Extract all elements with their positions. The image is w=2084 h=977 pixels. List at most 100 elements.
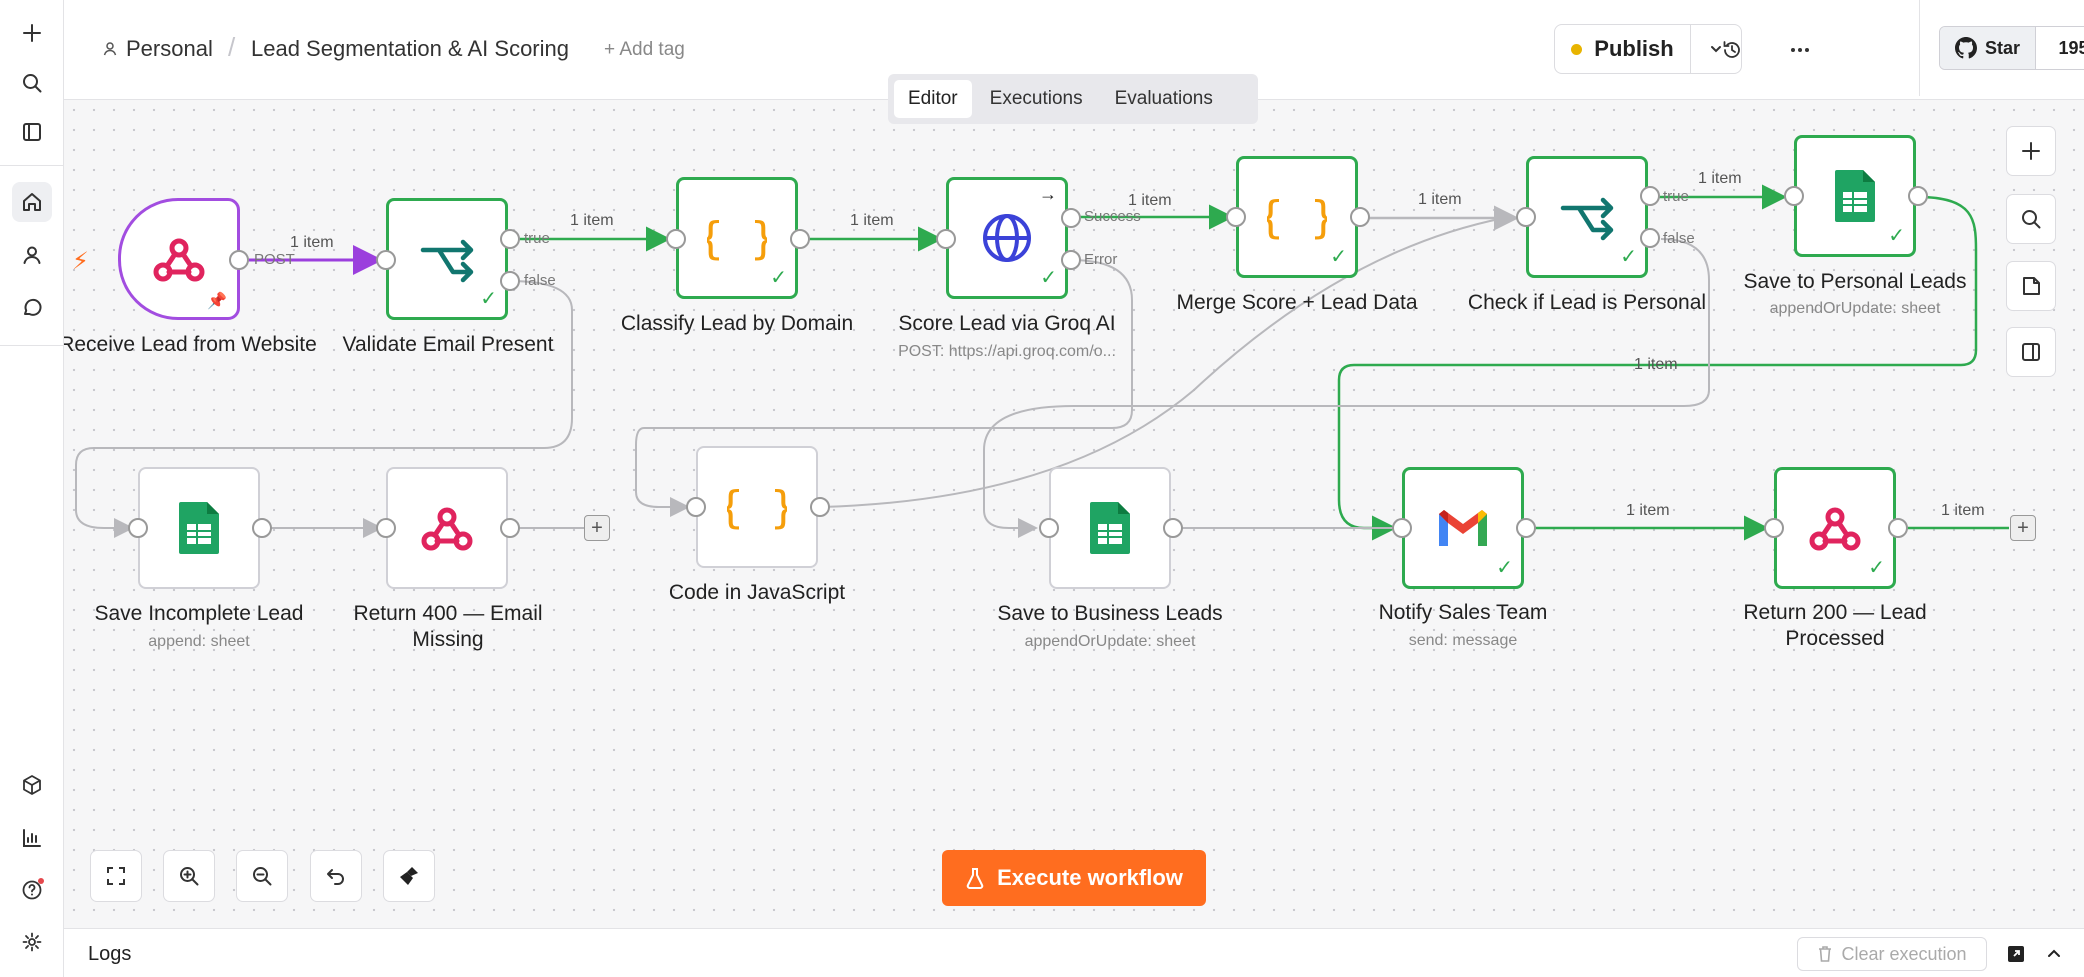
breadcrumb-project[interactable]: Personal — [102, 36, 213, 62]
input-port[interactable] — [1764, 518, 1784, 538]
help-icon[interactable] — [12, 870, 52, 910]
node-label: Classify Lead by Domain — [620, 312, 854, 335]
output-port[interactable] — [790, 229, 810, 249]
zoom-in-icon[interactable] — [163, 850, 215, 902]
output-port-success[interactable] — [1061, 208, 1081, 228]
execute-workflow-label: Execute workflow — [997, 865, 1183, 890]
node-code-javascript[interactable]: { } — [696, 446, 818, 568]
if-branch-icon — [420, 239, 474, 283]
workflow-name[interactable]: Lead Segmentation & AI Scoring — [251, 36, 569, 62]
input-port[interactable] — [936, 229, 956, 249]
output-port-true[interactable] — [500, 229, 520, 249]
node-validate-email[interactable]: ✓ — [386, 198, 508, 320]
add-icon[interactable] — [12, 13, 52, 53]
input-port[interactable] — [1784, 186, 1804, 206]
input-port[interactable] — [376, 250, 396, 270]
input-port[interactable] — [1039, 518, 1059, 538]
input-port[interactable] — [1516, 207, 1536, 227]
node-label: Score Lead via Groq AI — [898, 312, 1116, 335]
github-star-button[interactable]: Star — [1940, 27, 2036, 69]
input-port[interactable] — [1392, 518, 1412, 538]
output-port-false[interactable] — [500, 271, 520, 291]
output-port-error[interactable] — [1061, 250, 1081, 270]
output-port[interactable] — [1350, 207, 1370, 227]
settings-icon[interactable] — [12, 922, 52, 962]
history-icon[interactable] — [1712, 30, 1752, 70]
home-icon[interactable] — [12, 182, 52, 222]
chevron-up-icon[interactable] — [2040, 940, 2068, 968]
node-save-incomplete[interactable] — [138, 467, 260, 589]
output-port[interactable] — [1163, 518, 1183, 538]
node-return-200[interactable]: ✓ — [1774, 467, 1896, 589]
node-merge-score[interactable]: { } ✓ — [1236, 156, 1358, 278]
success-check-icon: ✓ — [1496, 557, 1513, 579]
view-tabs: Editor Executions Evaluations — [888, 74, 1258, 124]
zoom-out-icon[interactable] — [236, 850, 288, 902]
output-port[interactable] — [229, 250, 249, 270]
add-node-panel-icon[interactable] — [2006, 126, 2056, 176]
execution-trigger-bolt-icon: ⚡ — [72, 248, 89, 275]
add-node-button[interactable]: + — [2010, 515, 2036, 541]
tidy-up-icon[interactable] — [383, 850, 435, 902]
fit-view-icon[interactable] — [90, 850, 142, 902]
workflow-canvas[interactable]: ⚡ 📌 POST 1 item Receive Lead from Websit… — [64, 100, 2084, 928]
open-logs-window-icon[interactable] — [2002, 940, 2030, 968]
sheets-icon — [1835, 170, 1875, 222]
node-subtitle: POST: https://api.groq.com/o... — [898, 343, 1116, 360]
flask-icon — [966, 868, 984, 889]
add-node-button[interactable]: + — [584, 515, 610, 541]
node-check-personal[interactable]: ✓ — [1526, 156, 1648, 278]
logs-panel[interactable]: Logs Clear execution — [64, 928, 2084, 977]
node-save-personal[interactable]: ✓ — [1794, 135, 1916, 257]
success-check-icon: ✓ — [1888, 225, 1905, 247]
input-port[interactable] — [686, 497, 706, 517]
output-port[interactable] — [500, 518, 520, 538]
output-port[interactable] — [1908, 186, 1928, 206]
output-port-true[interactable] — [1640, 186, 1660, 206]
search-nodes-icon[interactable] — [2006, 194, 2056, 244]
input-port[interactable] — [666, 229, 686, 249]
output-port[interactable] — [1516, 518, 1536, 538]
more-options-icon[interactable] — [1780, 30, 1820, 70]
tab-evaluations[interactable]: Evaluations — [1101, 80, 1227, 118]
node-score-lead[interactable]: ✓ → — [946, 177, 1068, 299]
publish-main[interactable]: Publish — [1555, 25, 1691, 73]
sticky-note-icon[interactable] — [2006, 261, 2056, 311]
side-panel-icon[interactable] — [2006, 327, 2056, 377]
undo-icon[interactable] — [310, 850, 362, 902]
output-port[interactable] — [252, 518, 272, 538]
toggle-sidebar-icon[interactable] — [12, 112, 52, 152]
github-star-count[interactable]: 195,492 — [2036, 27, 2084, 69]
success-check-icon: ✓ — [1868, 557, 1885, 579]
add-tag-button[interactable]: + Add tag — [604, 39, 685, 61]
user-icon[interactable] — [12, 235, 52, 275]
tab-editor[interactable]: Editor — [894, 80, 972, 118]
webhook-icon — [153, 238, 205, 282]
success-check-icon: ✓ — [1040, 267, 1057, 289]
globe-icon — [983, 214, 1031, 262]
node-save-business[interactable] — [1049, 467, 1171, 589]
input-port[interactable] — [128, 518, 148, 538]
search-icon[interactable] — [12, 63, 52, 103]
insights-icon[interactable] — [12, 818, 52, 858]
input-port[interactable] — [1226, 207, 1246, 227]
clear-execution-button[interactable]: Clear execution — [1797, 937, 1987, 971]
output-port-false[interactable] — [1640, 228, 1660, 248]
node-return-400[interactable] — [386, 467, 508, 589]
templates-icon[interactable] — [12, 765, 52, 805]
node-notify-sales[interactable]: ✓ — [1402, 467, 1524, 589]
github-star-widget[interactable]: Star 195,492 — [1939, 26, 2084, 70]
chat-icon[interactable] — [12, 288, 52, 328]
node-subtitle: send: message — [1408, 632, 1518, 649]
output-port[interactable] — [1888, 518, 1908, 538]
success-check-icon: ✓ — [480, 288, 497, 310]
tab-executions[interactable]: Executions — [976, 80, 1097, 118]
port-label-true: true — [524, 230, 550, 247]
logs-title[interactable]: Logs — [88, 943, 131, 966]
execute-workflow-button[interactable]: Execute workflow — [942, 850, 1206, 906]
node-classify-lead[interactable]: { } ✓ — [676, 177, 798, 299]
node-receive-lead[interactable]: 📌 — [118, 198, 240, 320]
output-port[interactable] — [810, 497, 830, 517]
port-label-success: Success — [1084, 208, 1141, 225]
input-port[interactable] — [376, 518, 396, 538]
